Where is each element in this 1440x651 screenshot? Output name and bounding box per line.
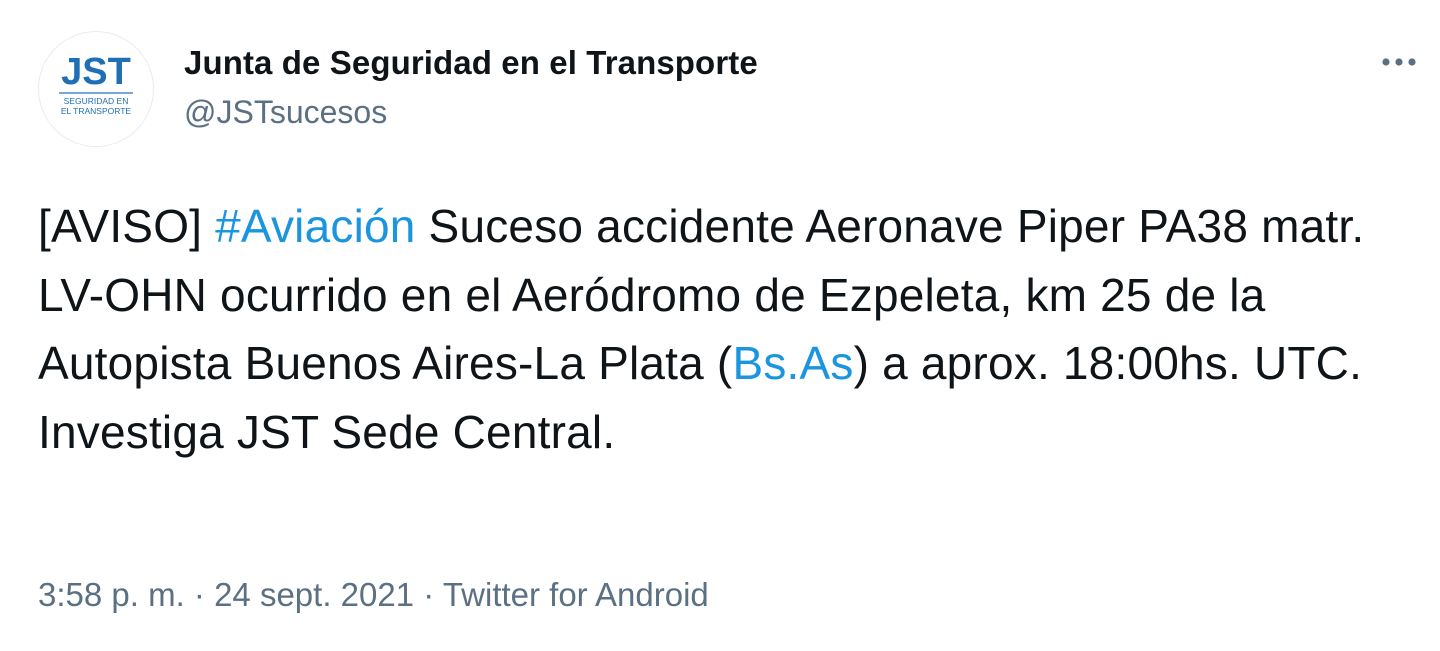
tweet-source[interactable]: Twitter for Android bbox=[443, 576, 709, 613]
tweet-time[interactable]: 3:58 p. m. bbox=[38, 576, 185, 613]
hashtag-link[interactable]: #Aviación bbox=[215, 200, 415, 252]
tweet-date[interactable]: 24 sept. 2021 bbox=[214, 576, 414, 613]
display-name[interactable]: Junta de Seguridad en el Transporte bbox=[184, 40, 758, 86]
tweet-text: [AVISO] #Aviación Suceso accidente Aeron… bbox=[38, 192, 1418, 466]
meta-separator: · bbox=[184, 576, 215, 613]
more-options-button[interactable] bbox=[1374, 44, 1424, 80]
jst-logo: JST SEGURIDAD EN EL TRANSPORTE bbox=[59, 51, 133, 116]
more-horizontal-icon bbox=[1382, 58, 1416, 66]
meta-separator: · bbox=[414, 576, 443, 613]
tweet-card: JST SEGURIDAD EN EL TRANSPORTE Junta de … bbox=[0, 0, 1440, 651]
user-handle[interactable]: @JSTsucesos bbox=[184, 89, 758, 135]
tweet-meta: 3:58 p. m. · 24 sept. 2021 · Twitter for… bbox=[38, 572, 709, 618]
tweet-text-part1: [AVISO] bbox=[38, 200, 216, 252]
logo-tagline-line2: EL TRANSPORTE bbox=[61, 106, 132, 116]
logo-text: JST bbox=[61, 51, 131, 93]
tweet-author: Junta de Seguridad en el Transporte @JST… bbox=[184, 40, 758, 135]
logo-tagline-line1: SEGURIDAD EN bbox=[64, 96, 129, 106]
avatar[interactable]: JST SEGURIDAD EN EL TRANSPORTE bbox=[38, 31, 154, 147]
location-link[interactable]: Bs.As bbox=[732, 337, 853, 389]
